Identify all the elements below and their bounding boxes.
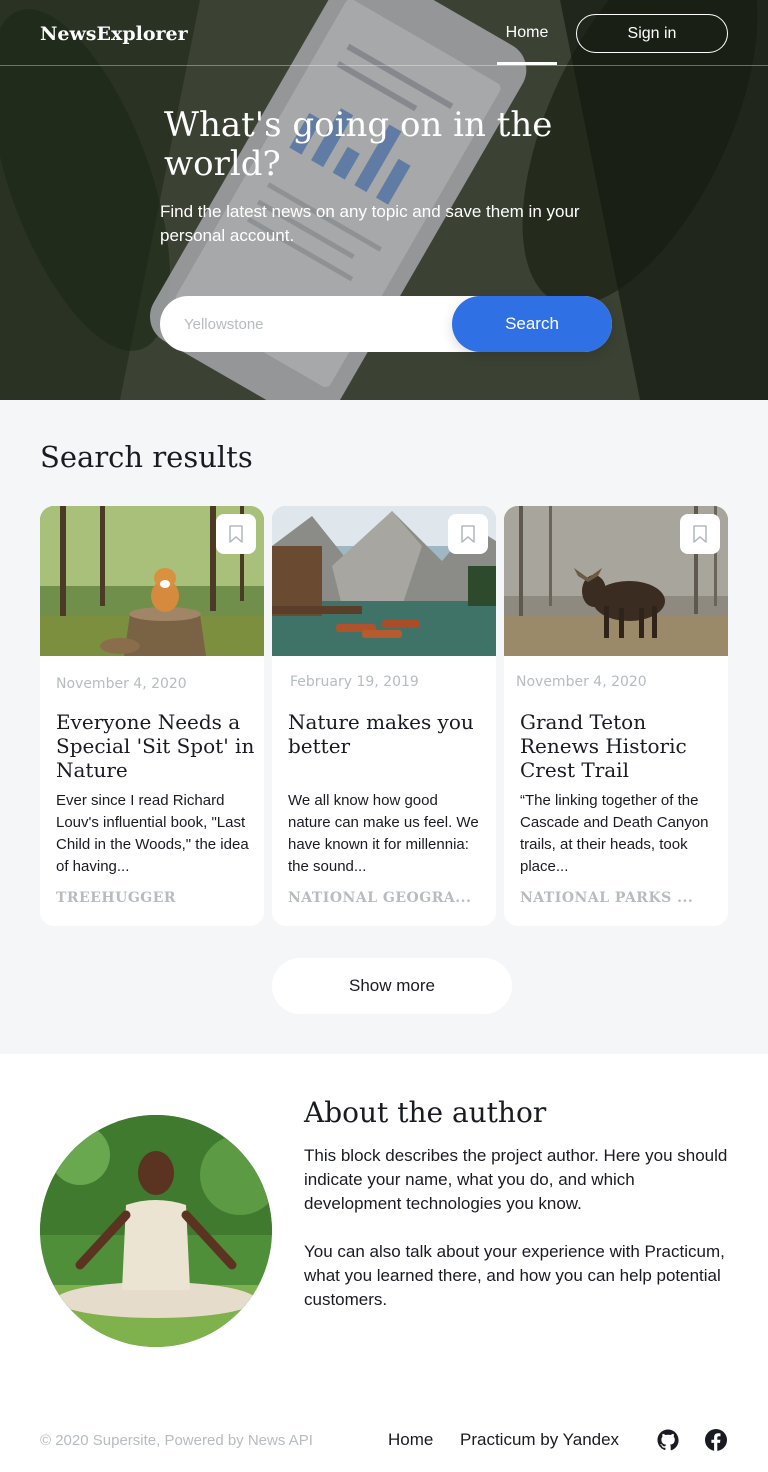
news-card[interactable]: February 19, 2019 Nature makes you bette… xyxy=(272,506,496,926)
hero-section: NewsExplorer Home Sign in What's going o… xyxy=(0,0,768,400)
news-card-text: Ever since I read Richard Louv's influen… xyxy=(56,792,249,875)
news-card-date: November 4, 2020 xyxy=(56,676,187,692)
hero-title: What's going on in the world? xyxy=(164,105,553,184)
news-card-source: NATIONAL GEOGRA... xyxy=(288,890,472,906)
about-paragraph: You can also talk about your experience … xyxy=(304,1242,725,1309)
nav-home-link[interactable]: Home xyxy=(497,0,557,66)
search-input[interactable] xyxy=(184,296,444,352)
news-card[interactable]: November 4, 2020 Everyone Needs a Specia… xyxy=(40,506,264,926)
footer-link-practicum[interactable]: Practicum by Yandex xyxy=(460,1430,619,1450)
sign-in-button[interactable]: Sign in xyxy=(576,14,728,53)
bookmark-icon xyxy=(693,525,707,543)
author-avatar xyxy=(40,1115,272,1347)
facebook-icon[interactable] xyxy=(704,1428,728,1452)
news-card-text: We all know how good nature can make us … xyxy=(288,792,479,875)
about-title: About the author xyxy=(304,1096,547,1129)
news-card[interactable]: November 4, 2020 Grand Teton Renews Hist… xyxy=(504,506,728,926)
news-card-title: Nature makes you better xyxy=(288,710,474,758)
news-card-date: November 4, 2020 xyxy=(516,674,647,690)
bookmark-icon xyxy=(461,525,475,543)
news-card-date: February 19, 2019 xyxy=(290,674,419,690)
search-form: Search xyxy=(160,296,612,352)
search-button[interactable]: Search xyxy=(452,296,612,352)
news-card-source: TREEHUGGER xyxy=(56,890,177,906)
nav-active-indicator xyxy=(497,62,557,65)
hero-subtitle: Find the latest news on any topic and sa… xyxy=(160,202,580,245)
bookmark-button[interactable] xyxy=(680,514,720,554)
github-icon[interactable] xyxy=(656,1428,680,1452)
about-paragraph: This block describes the project author.… xyxy=(304,1146,728,1213)
search-results-section: Search results November 4, 2020 Everyone… xyxy=(0,400,768,1054)
search-results-title: Search results xyxy=(40,440,253,474)
bookmark-button[interactable] xyxy=(448,514,488,554)
bookmark-button[interactable] xyxy=(216,514,256,554)
show-more-button[interactable]: Show more xyxy=(272,958,512,1014)
news-card-source: NATIONAL PARKS ... xyxy=(520,890,694,906)
site-header: NewsExplorer Home Sign in xyxy=(0,0,768,66)
site-logo[interactable]: NewsExplorer xyxy=(40,23,188,45)
bookmark-icon xyxy=(229,525,243,543)
news-card-text: “The linking together of the Cascade and… xyxy=(520,792,709,875)
news-card-title: Everyone Needs a Special 'Sit Spot' in N… xyxy=(56,710,255,782)
footer-link-home[interactable]: Home xyxy=(388,1430,433,1450)
news-card-title: Grand Teton Renews Historic Crest Trail xyxy=(520,710,687,782)
footer-copyright: © 2020 Supersite, Powered by News API xyxy=(40,1432,313,1449)
